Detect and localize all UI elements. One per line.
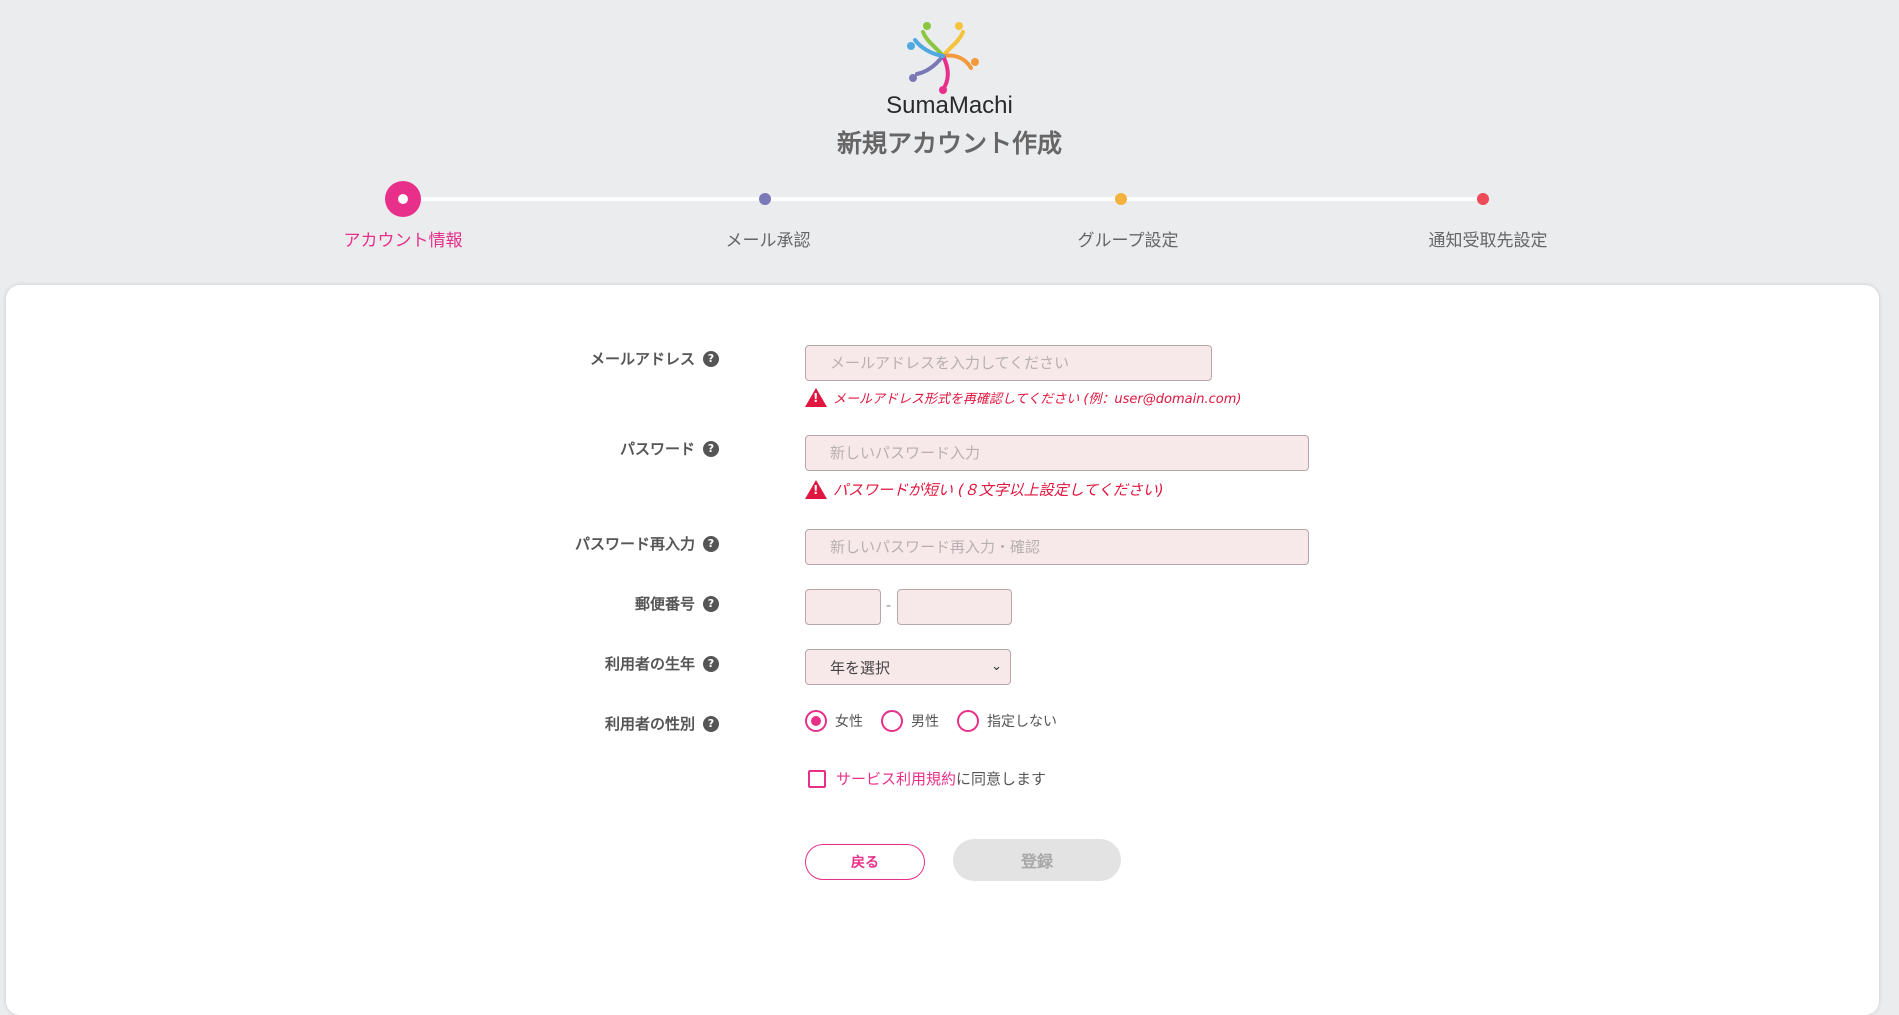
step-dot-mail-approval	[759, 193, 771, 205]
step-label-account-info: アカウント情報	[343, 231, 463, 251]
password-label: パスワード ?	[620, 438, 719, 459]
step-dot-account-info	[385, 181, 421, 217]
email-label-text: メールアドレス	[589, 350, 695, 368]
terms-checkbox[interactable]	[808, 769, 826, 788]
password-error-text: パスワードが短い (８文字以上設定してください)	[833, 481, 1164, 499]
step-dot-group-settings	[1115, 193, 1127, 205]
radio-button[interactable]	[881, 710, 903, 732]
birth-year-label: 利用者の生年 ?	[605, 653, 719, 674]
page-title: 新規アカウント作成	[836, 129, 1062, 158]
birth-year-label-text: 利用者の生年	[604, 655, 695, 673]
step-label-notification-settings: 通知受取先設定	[1428, 231, 1548, 251]
gender-radio-group: 女性 男性 指定しない	[805, 710, 1075, 732]
help-icon[interactable]: ?	[703, 715, 719, 732]
step-label-mail-approval: メール承認	[725, 231, 811, 251]
gender-label: 利用者の性別 ?	[605, 713, 719, 734]
help-icon[interactable]: ?	[703, 440, 719, 457]
gender-option-unspecified[interactable]: 指定しない	[957, 710, 1057, 732]
progress-stepper: アカウント情報 メール承認 グループ設定 通知受取先設定	[0, 180, 1899, 251]
terms-agreement-text: サービス利用規約に同意します	[836, 768, 1046, 789]
app-name: SumaMachi	[886, 92, 1013, 119]
password-error: パスワードが短い (８文字以上設定してください)	[805, 479, 1164, 500]
chevron-down-icon: ⌄	[991, 659, 1002, 674]
birth-year-selected-value: 年を選択	[830, 658, 891, 677]
help-icon[interactable]: ?	[703, 655, 719, 672]
terms-link[interactable]: サービス利用規約	[836, 770, 956, 788]
email-error-text: メールアドレス形式を再確認してください (例：user@domain.com)	[833, 392, 1242, 407]
gender-option-female[interactable]: 女性	[805, 710, 863, 732]
radio-button[interactable]	[957, 710, 979, 732]
postal-code-label-text: 郵便番号	[634, 595, 695, 613]
sumamachi-logo	[907, 22, 979, 94]
password-confirm-label: パスワード再入力 ?	[575, 533, 719, 554]
register-button[interactable]: 登録	[953, 839, 1121, 881]
password-confirm-label-text: パスワード再入力	[574, 535, 695, 553]
terms-suffix: に同意します	[956, 770, 1047, 788]
step-dot-notification-settings	[1477, 193, 1489, 205]
back-button[interactable]: 戻る	[805, 844, 925, 880]
postal-code-second-input[interactable]	[897, 589, 1012, 625]
terms-agreement: サービス利用規約に同意します	[808, 768, 1046, 789]
help-icon[interactable]: ?	[703, 595, 719, 612]
step-label-group-settings: グループ設定	[1077, 231, 1179, 251]
password-input[interactable]	[805, 435, 1309, 471]
radio-button[interactable]	[805, 710, 827, 732]
gender-option-label: 男性	[911, 714, 939, 730]
gender-label-text: 利用者の性別	[604, 715, 695, 733]
password-confirm-input[interactable]	[805, 529, 1309, 565]
email-label: メールアドレス ?	[590, 348, 719, 369]
postal-code-separator: -	[886, 598, 892, 614]
warning-icon	[805, 388, 827, 407]
help-icon[interactable]: ?	[703, 350, 719, 367]
email-input[interactable]	[805, 345, 1212, 381]
help-icon[interactable]: ?	[703, 535, 719, 552]
gender-option-label: 指定しない	[987, 714, 1057, 730]
postal-code-label: 郵便番号 ?	[635, 593, 719, 614]
postal-code-first-input[interactable]	[805, 589, 881, 625]
password-label-text: パスワード	[619, 440, 695, 458]
email-error: メールアドレス形式を再確認してください (例：user@domain.com)	[805, 388, 1241, 407]
birth-year-select[interactable]: 年を選択 ⌄	[805, 649, 1011, 685]
stepper-track	[403, 197, 1483, 201]
warning-icon	[805, 480, 827, 499]
gender-option-label: 女性	[835, 714, 863, 730]
gender-option-male[interactable]: 男性	[881, 710, 939, 732]
